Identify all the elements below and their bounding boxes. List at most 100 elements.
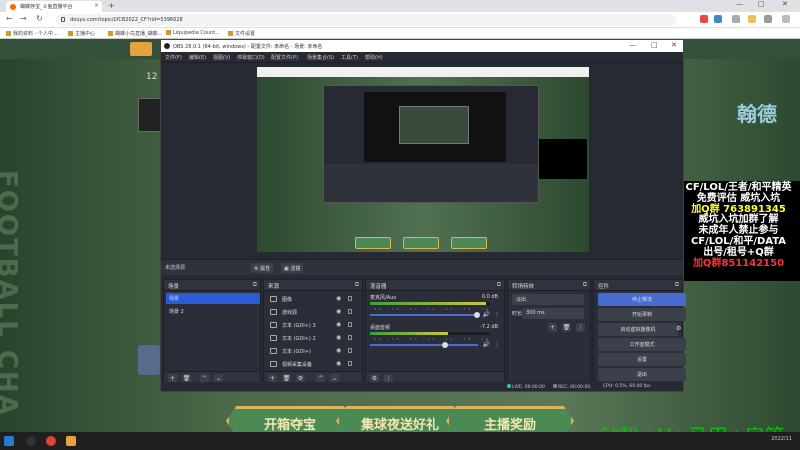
obs-menubar: 文件(F) 编辑(E) 视图(V) 停靠窗口(D) 配置文件(P) 场景集合(S… <box>161 52 683 63</box>
lock-icon[interactable] <box>348 348 352 353</box>
settings-button[interactable]: 设置 <box>598 353 686 366</box>
volume-slider[interactable] <box>370 342 478 348</box>
dock-float-icon[interactable]: ⧉ <box>355 281 359 289</box>
chrome-taskbar-icon[interactable] <box>46 436 56 446</box>
eye-icon[interactable]: ◉ <box>336 360 341 367</box>
preview-button <box>451 237 487 249</box>
more-icon[interactable]: ⋮ <box>576 323 585 332</box>
new-tab-icon[interactable]: + <box>108 1 115 10</box>
gear-icon[interactable]: ⚙ <box>676 325 681 332</box>
extension-icon[interactable] <box>700 15 708 23</box>
scene-item[interactable]: 场景 2 <box>166 306 260 317</box>
duration-input[interactable]: 300 ms <box>522 308 584 319</box>
site-logo[interactable] <box>130 42 152 56</box>
menu-icon[interactable] <box>782 15 790 23</box>
lock-icon[interactable] <box>348 361 352 366</box>
audio-meter <box>370 302 490 305</box>
source-item[interactable]: 视频采集设备 ◉ <box>266 358 352 370</box>
controls-dock: 控件 ⧉ 停止推流 开始录制 启动虚拟摄像机 ⚙ 工作室模式 设置 退出 <box>593 279 686 385</box>
bookmark-item[interactable]: 我的资料 - 个人中... <box>6 30 58 37</box>
bookmark-icon <box>166 30 171 35</box>
properties-button[interactable]: ⚙ 属性 <box>251 263 274 273</box>
start-recording-button[interactable]: 开始录制 <box>598 308 686 321</box>
rec-status: REC: 00:00:00 <box>553 384 590 390</box>
address-bar[interactable]: douyu.com/topic/LYCB2022_CF?rid=5396028 <box>56 14 676 26</box>
bookmark-icon <box>68 31 73 36</box>
add-icon[interactable]: + <box>548 323 557 332</box>
volume-slider[interactable] <box>370 312 480 318</box>
menu-tools[interactable]: 工具(T) <box>341 54 358 61</box>
back-icon[interactable]: ← <box>6 14 13 23</box>
windows-start-icon[interactable] <box>4 436 14 446</box>
preview-button <box>355 237 391 249</box>
transition-select[interactable]: 淡出 <box>512 294 584 305</box>
overlay-ad: CF/LOL/王者/和平精英 免费评估 威坑入坑 加Q群 763891345 威… <box>677 181 800 281</box>
speaker-icon[interactable]: 🔊 <box>483 311 490 318</box>
source-item[interactable]: 游戏源 ◉ <box>266 306 352 318</box>
more-icon[interactable]: ⋮ <box>494 341 500 348</box>
menu-view[interactable]: 视图(V) <box>213 54 230 61</box>
minimize-icon[interactable]: — <box>629 41 636 49</box>
profile-icon[interactable] <box>764 15 772 23</box>
stop-streaming-button[interactable]: 停止推流 <box>598 293 686 306</box>
bookmark-item[interactable]: 蝴蝶小鸟直播_蝴蝶... <box>108 30 162 37</box>
folder-taskbar-icon[interactable] <box>66 436 76 446</box>
virtual-camera-button[interactable]: 启动虚拟摄像机 <box>598 323 678 336</box>
lock-icon[interactable] <box>348 322 352 327</box>
dock-float-icon[interactable]: ⧉ <box>497 281 501 289</box>
filters-button[interactable]: ▣ 滤镜 <box>281 263 304 273</box>
window-close-icon[interactable]: ✕ <box>671 41 677 49</box>
side-banner-text: FOOTBALL CHA <box>0 170 22 417</box>
menu-edit[interactable]: 编辑(E) <box>189 54 206 61</box>
lock-icon[interactable] <box>348 309 352 314</box>
eye-icon[interactable]: ◉ <box>336 334 341 341</box>
left-promo-icon[interactable] <box>138 345 160 375</box>
source-item[interactable]: 文本 (GDI+) ◉ <box>266 345 352 357</box>
forward-icon[interactable]: → <box>20 14 27 23</box>
volume-slider-knob[interactable] <box>442 342 448 348</box>
menu-file[interactable]: 文件(F) <box>165 54 182 61</box>
source-item[interactable]: 文本 (GDI+) 3 ◉ <box>266 319 352 331</box>
menu-scene-collection[interactable]: 场景集合(S) <box>307 54 334 61</box>
bookmark-item[interactable]: Liquipedia Count... <box>166 30 220 36</box>
source-item[interactable]: 图像 ◉ <box>266 293 352 305</box>
obs-taskbar-icon[interactable] <box>26 436 36 446</box>
dock-float-icon[interactable]: ⧉ <box>253 281 257 289</box>
bookmark-item[interactable]: 文件设置 <box>228 30 255 37</box>
audio-meter-fill <box>370 332 448 335</box>
bookmark-item[interactable]: 主播中心 <box>68 30 95 37</box>
source-item[interactable]: 文本 (GDI+) 2 ◉ <box>266 332 352 344</box>
eye-icon[interactable]: ◉ <box>336 308 341 315</box>
dock-float-icon[interactable]: ⧉ <box>583 281 587 289</box>
cpu-status: CPU: 0.5%, 60.00 fps <box>603 384 651 389</box>
left-thumbnail[interactable] <box>138 98 162 132</box>
more-icon[interactable]: ⋮ <box>494 311 500 318</box>
trash-icon[interactable]: 🗑 <box>562 323 571 332</box>
exit-button[interactable]: 退出 <box>598 368 686 381</box>
lock-icon[interactable] <box>348 296 352 301</box>
eye-icon[interactable]: ◉ <box>336 321 341 328</box>
menu-docks[interactable]: 停靠窗口(D) <box>237 54 265 61</box>
scene-item[interactable]: 场景 <box>166 293 260 304</box>
extension-icon[interactable] <box>714 15 722 23</box>
share-icon[interactable] <box>732 15 740 23</box>
eye-icon[interactable]: ◉ <box>336 347 341 354</box>
minimize-icon[interactable]: — <box>736 0 743 8</box>
speaker-icon[interactable]: 🔊 <box>483 341 490 348</box>
menu-help[interactable]: 帮助(H) <box>365 54 383 61</box>
menu-profile[interactable]: 配置文件(P) <box>271 54 298 61</box>
dock-float-icon[interactable]: ⧉ <box>675 281 679 289</box>
obs-preview[interactable] <box>257 67 589 252</box>
eye-icon[interactable]: ◉ <box>336 295 341 302</box>
volume-slider-knob[interactable] <box>474 312 480 318</box>
studio-mode-button[interactable]: 工作室模式 <box>598 338 686 351</box>
maximize-icon[interactable]: □ <box>651 41 658 49</box>
reload-icon[interactable]: ↻ <box>36 14 43 23</box>
sources-dock: 来源 ⧉ 图像 ◉ 游戏源 ◉ 文本 (GDI+) 3 ◉ 文本 (GDI+) 2 ◉ 文… <box>263 279 363 385</box>
star-icon[interactable] <box>748 15 756 23</box>
maximize-icon[interactable]: □ <box>758 0 765 8</box>
lock-icon[interactable] <box>348 335 352 340</box>
close-icon[interactable]: × <box>94 2 99 9</box>
browser-tab[interactable]: 蝴蝶存宝_斗鱼直播平台 × <box>6 1 102 12</box>
window-close-icon[interactable]: ✕ <box>782 0 788 8</box>
